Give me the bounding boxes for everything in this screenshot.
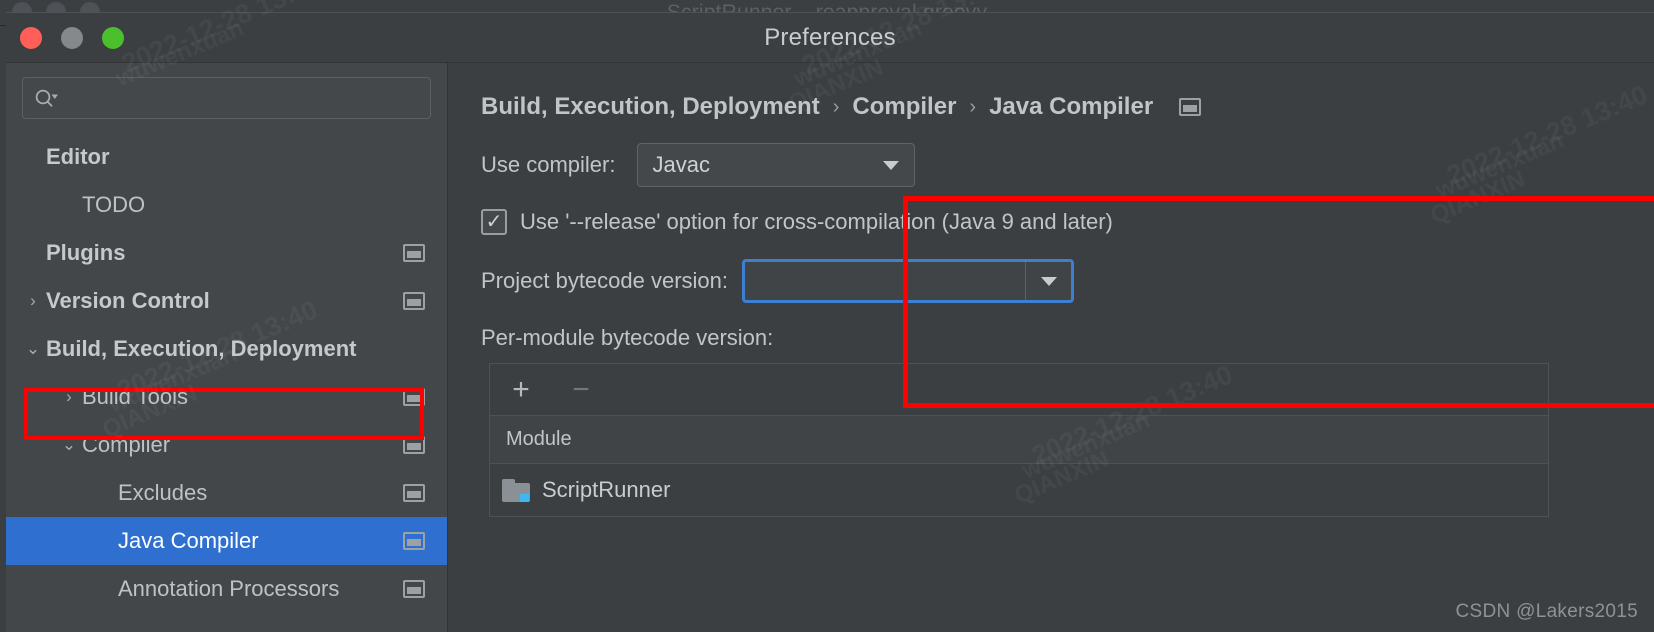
column-header-module[interactable]: Module (506, 428, 572, 451)
breadcrumb-crumb-3[interactable]: Java Compiler (989, 93, 1153, 121)
settings-tree: Editor TODO Plugins › Version Control ⌄ Build,… (6, 133, 447, 613)
panel-indicator-icon (403, 532, 425, 550)
panel-indicator-icon (1179, 98, 1202, 116)
breadcrumb-crumb-1[interactable]: Build, Execution, Deployment (481, 93, 820, 121)
search-container (6, 63, 447, 127)
chevron-right-icon[interactable]: › (20, 291, 46, 311)
per-module-table-panel: + − Module ScriptRunner (489, 363, 1549, 517)
java-compiler-settings: Use compiler: Javac ✓ Use '--release' op… (448, 121, 1654, 517)
sidebar-item-build-tools[interactable]: › Build Tools (6, 373, 447, 421)
sidebar-item-build-execution-deployment[interactable]: ⌄ Build, Execution, Deployment (6, 325, 447, 373)
chevron-down-icon[interactable]: ⌄ (56, 435, 82, 455)
csdn-watermark: CSDN @Lakers2015 (1455, 601, 1638, 622)
sidebar-item-version-control[interactable]: › Version Control (6, 277, 447, 325)
table-header: Module (490, 416, 1548, 464)
sidebar-item-label: Version Control (46, 288, 210, 313)
panel-indicator-icon (403, 580, 425, 598)
panel-indicator-icon (403, 388, 425, 406)
project-bytecode-row: Project bytecode version: (481, 259, 1654, 303)
settings-content: Build, Execution, Deployment › Compiler › Ja… (448, 63, 1654, 632)
sidebar-item-label: Build Tools (82, 384, 188, 409)
sidebar-item-excludes[interactable]: Excludes (6, 469, 447, 517)
use-compiler-dropdown[interactable]: Javac (637, 143, 916, 187)
dialog-body: Editor TODO Plugins › Version Control ⌄ Build,… (6, 63, 1654, 632)
use-compiler-row: Use compiler: Javac (481, 143, 1654, 187)
sidebar-item-label: Excludes (118, 480, 208, 505)
use-release-option-row[interactable]: ✓ Use '--release' option for cross-compi… (481, 209, 1654, 235)
chevron-right-icon[interactable]: › (56, 387, 82, 407)
dialog-titlebar: Preferences (6, 13, 1654, 63)
chevron-down-icon[interactable] (1025, 262, 1071, 300)
use-release-option-label: Use '--release' option for cross-compila… (520, 209, 1113, 234)
sidebar-item-java-compiler[interactable]: Java Compiler (6, 517, 447, 565)
sidebar-item-label: Build, Execution, Deployment (46, 336, 357, 361)
sidebar-item-label: Editor (46, 144, 110, 169)
panel-indicator-icon (403, 292, 425, 310)
sidebar-item-label: Compiler (82, 432, 171, 457)
chevron-down-icon[interactable]: ⌄ (20, 339, 46, 359)
sidebar-item-editor[interactable]: Editor (6, 133, 447, 181)
checkmark-icon: ✓ (485, 211, 503, 233)
sidebar-item-label: Annotation Processors (118, 576, 340, 601)
sidebar-item-todo[interactable]: TODO (6, 181, 447, 229)
use-release-option-checkbox[interactable]: ✓ (481, 209, 507, 235)
remove-button[interactable]: − (566, 374, 596, 405)
panel-indicator-icon (403, 484, 425, 502)
use-compiler-label: Use compiler: (481, 152, 616, 177)
add-button[interactable]: + (506, 374, 536, 405)
panel-indicator-icon (403, 244, 425, 262)
chevron-down-icon (868, 159, 914, 171)
sidebar-scrollbar[interactable] (441, 63, 447, 632)
breadcrumb-separator: › (969, 95, 977, 118)
sidebar-item-annotation-processors[interactable]: Annotation Processors (6, 565, 447, 613)
sidebar-item-label: Plugins (46, 240, 126, 265)
per-module-label: Per-module bytecode version: (481, 325, 774, 350)
search-box[interactable] (22, 77, 431, 119)
table-body: ScriptRunner (490, 464, 1548, 516)
per-module-toolbar: + − (490, 364, 1548, 416)
panel-indicator-icon (403, 436, 425, 454)
sidebar-item-label: Java Compiler (118, 528, 259, 553)
module-name: ScriptRunner (542, 477, 671, 502)
breadcrumb-crumb-2[interactable]: Compiler (852, 93, 956, 121)
sidebar-item-plugins[interactable]: Plugins (6, 229, 447, 277)
sidebar-item-label: TODO (82, 192, 146, 217)
sidebar-item-compiler[interactable]: ⌄ Compiler (6, 421, 447, 469)
search-input[interactable] (60, 78, 430, 118)
breadcrumb: Build, Execution, Deployment › Compiler › Ja… (448, 63, 1654, 121)
breadcrumb-separator: › (832, 95, 840, 118)
use-compiler-value: Javac (652, 152, 710, 177)
dialog-title: Preferences (764, 24, 896, 51)
module-folder-icon (502, 478, 530, 502)
project-bytecode-label: Project bytecode version: (481, 268, 729, 293)
preferences-dialog: Preferences Editor TODO Plugins › Version C (6, 12, 1654, 632)
project-bytecode-dropdown[interactable] (742, 259, 1075, 303)
search-icon (34, 87, 60, 109)
table-row[interactable]: ScriptRunner (490, 464, 1548, 516)
settings-sidebar: Editor TODO Plugins › Version Control ⌄ Build,… (6, 63, 448, 632)
